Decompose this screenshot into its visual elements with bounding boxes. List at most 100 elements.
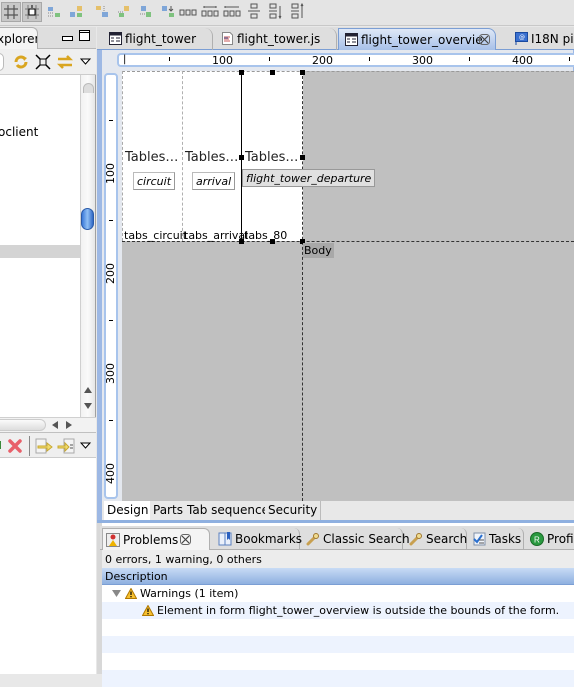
tree-item-client[interactable]: oclient: [0, 125, 38, 139]
grid-button[interactable]: [1, 2, 21, 22]
hscroll-thumb[interactable]: [0, 419, 46, 431]
tab-button-arrival[interactable]: arrival: [192, 172, 236, 190]
tabpanel-name-circuit[interactable]: tabs_circuit: [124, 229, 187, 242]
step-into-button[interactable]: [35, 438, 53, 457]
step-into-icon: [35, 438, 53, 454]
vruler-label-100: 100: [104, 163, 117, 184]
form-width-boundary[interactable]: [302, 71, 303, 501]
view-menu-button[interactable]: [79, 56, 92, 69]
selection-handle[interactable]: [300, 155, 305, 160]
selection-handle[interactable]: [239, 155, 244, 160]
close-icon[interactable]: [479, 34, 490, 45]
arrow-up-icon: [84, 387, 92, 393]
maximize-button[interactable]: [79, 30, 91, 45]
remove-button[interactable]: [7, 438, 23, 457]
tabpanel-title-circuit[interactable]: Tables…: [125, 150, 178, 165]
tab-bookmarks[interactable]: Bookmarks: [215, 528, 302, 550]
explorer-tabbar: xplorer: [0, 27, 96, 49]
editor-tab-flight-tower-js[interactable]: flight_tower.js: [215, 28, 337, 50]
distribute-horizontal-button[interactable]: [200, 2, 220, 22]
editor-tabbar: flight_tower flight_tower.js flight_towe…: [97, 27, 574, 50]
compact-vertical-button[interactable]: [288, 2, 308, 22]
ruler-tick: [109, 320, 113, 321]
vertical-scrollbar[interactable]: [80, 75, 95, 417]
scroll-up-button[interactable]: [83, 385, 93, 398]
distribute-vertical-button[interactable]: [266, 2, 286, 22]
profiler-icon: R: [530, 532, 544, 546]
filter-input-edge[interactable]: [0, 53, 4, 71]
problem-group-row[interactable]: Warnings (1 item): [102, 585, 574, 602]
tabpanel-name-80[interactable]: tabs_80: [244, 229, 287, 242]
tabpanel-title-departure[interactable]: Tables…: [245, 150, 298, 165]
view-menu-icon: [79, 58, 92, 65]
snap-to-grid-icon: [25, 5, 39, 19]
compact-horizontal-button[interactable]: [222, 2, 242, 22]
tree-item-selected[interactable]: [0, 245, 80, 258]
expand-triangle-icon[interactable]: [112, 590, 121, 597]
problem-item-row[interactable]: Element in form flight_tower_overview is…: [102, 602, 574, 619]
align-right-button[interactable]: [92, 2, 112, 22]
hruler-label-200: 200: [312, 54, 333, 67]
explorer-tab[interactable]: xplorer: [0, 27, 38, 49]
tab-profiler[interactable]: R Profil: [527, 528, 574, 550]
align-bottom-button[interactable]: [158, 2, 178, 22]
selection-handle[interactable]: [239, 70, 244, 75]
column-header-description[interactable]: Description: [102, 568, 574, 585]
tab-button-circuit[interactable]: circuit: [133, 172, 176, 190]
selection-handle[interactable]: [300, 70, 305, 75]
distribute-vertical-icon: [269, 3, 282, 20]
horizontal-scrollbar[interactable]: [0, 417, 96, 432]
collapse-all-button[interactable]: [35, 54, 51, 73]
tab-tab-sequence[interactable]: Tab sequence: [184, 501, 273, 520]
editor-tab-flight-tower-overview[interactable]: flight_tower_overvie: [338, 28, 496, 50]
i18n-icon: @: [515, 32, 528, 45]
align-left-button[interactable]: [44, 2, 64, 22]
explorer-tab-label: xplorer: [0, 32, 38, 46]
editor-tab-i18n[interactable]: @ I18N pi: [509, 28, 574, 50]
column-divider: [182, 71, 183, 241]
scroll-thumb[interactable]: [81, 208, 94, 230]
scroll-down-button[interactable]: [83, 401, 93, 414]
minimize-button[interactable]: [62, 32, 73, 45]
tab-problems[interactable]: Problems: [102, 528, 210, 550]
tab-design[interactable]: Design: [104, 501, 153, 520]
editor-tab-flight-tower[interactable]: flight_tower: [103, 28, 213, 50]
selection-handle[interactable]: [270, 70, 275, 75]
problems-summary: 0 errors, 1 warning, 0 others: [102, 550, 574, 568]
view-menu-button-2[interactable]: [79, 440, 92, 453]
align-center-button[interactable]: [66, 2, 86, 22]
tab-tasks[interactable]: Tasks: [469, 528, 524, 550]
link-with-editor-button[interactable]: [56, 53, 74, 74]
secondary-view-content: [0, 458, 96, 674]
space-horizontal-button[interactable]: [178, 2, 198, 22]
tabpanel-title-arrival[interactable]: Tables…: [185, 150, 238, 165]
snap-to-grid-button[interactable]: [22, 2, 42, 22]
tab-classic-search[interactable]: Classic Search: [303, 528, 410, 550]
editor-tab-label: flight_tower: [125, 32, 196, 46]
tab-security[interactable]: Security: [265, 501, 322, 520]
vertical-ruler[interactable]: 100 200 300 400: [104, 73, 118, 499]
align-center-icon: [70, 6, 82, 17]
sync-button[interactable]: [12, 53, 30, 74]
tabpanel-name-arrival[interactable]: tabs_arrival: [184, 229, 248, 242]
editor-page-tabs: Design Parts Tab sequence Security: [102, 501, 574, 520]
explorer-toolbar: [0, 49, 96, 75]
tab-search[interactable]: Search: [406, 528, 467, 550]
ruler-tick: [569, 57, 570, 61]
horizontal-ruler[interactable]: | 100 200 300 400: [117, 53, 574, 67]
vruler-label-400: 400: [104, 463, 117, 484]
tab-label: Profil: [547, 532, 574, 546]
tab-button-departure[interactable]: flight_tower_departure: [242, 169, 376, 187]
view-menu-icon: [79, 442, 92, 449]
tab-parts[interactable]: Parts: [150, 501, 187, 520]
align-middle-button[interactable]: [136, 2, 156, 22]
align-right-icon: [96, 6, 108, 17]
align-top-button[interactable]: [114, 2, 134, 22]
compact-horizontal-icon: [223, 6, 241, 17]
sync-icon: [14, 55, 28, 69]
space-vertical-button[interactable]: [244, 2, 264, 22]
editor-tab-label: flight_tower_overvie: [361, 33, 483, 47]
step-over-button[interactable]: [57, 438, 75, 457]
close-icon[interactable]: [180, 534, 191, 545]
body-part-label[interactable]: Body: [303, 243, 334, 258]
